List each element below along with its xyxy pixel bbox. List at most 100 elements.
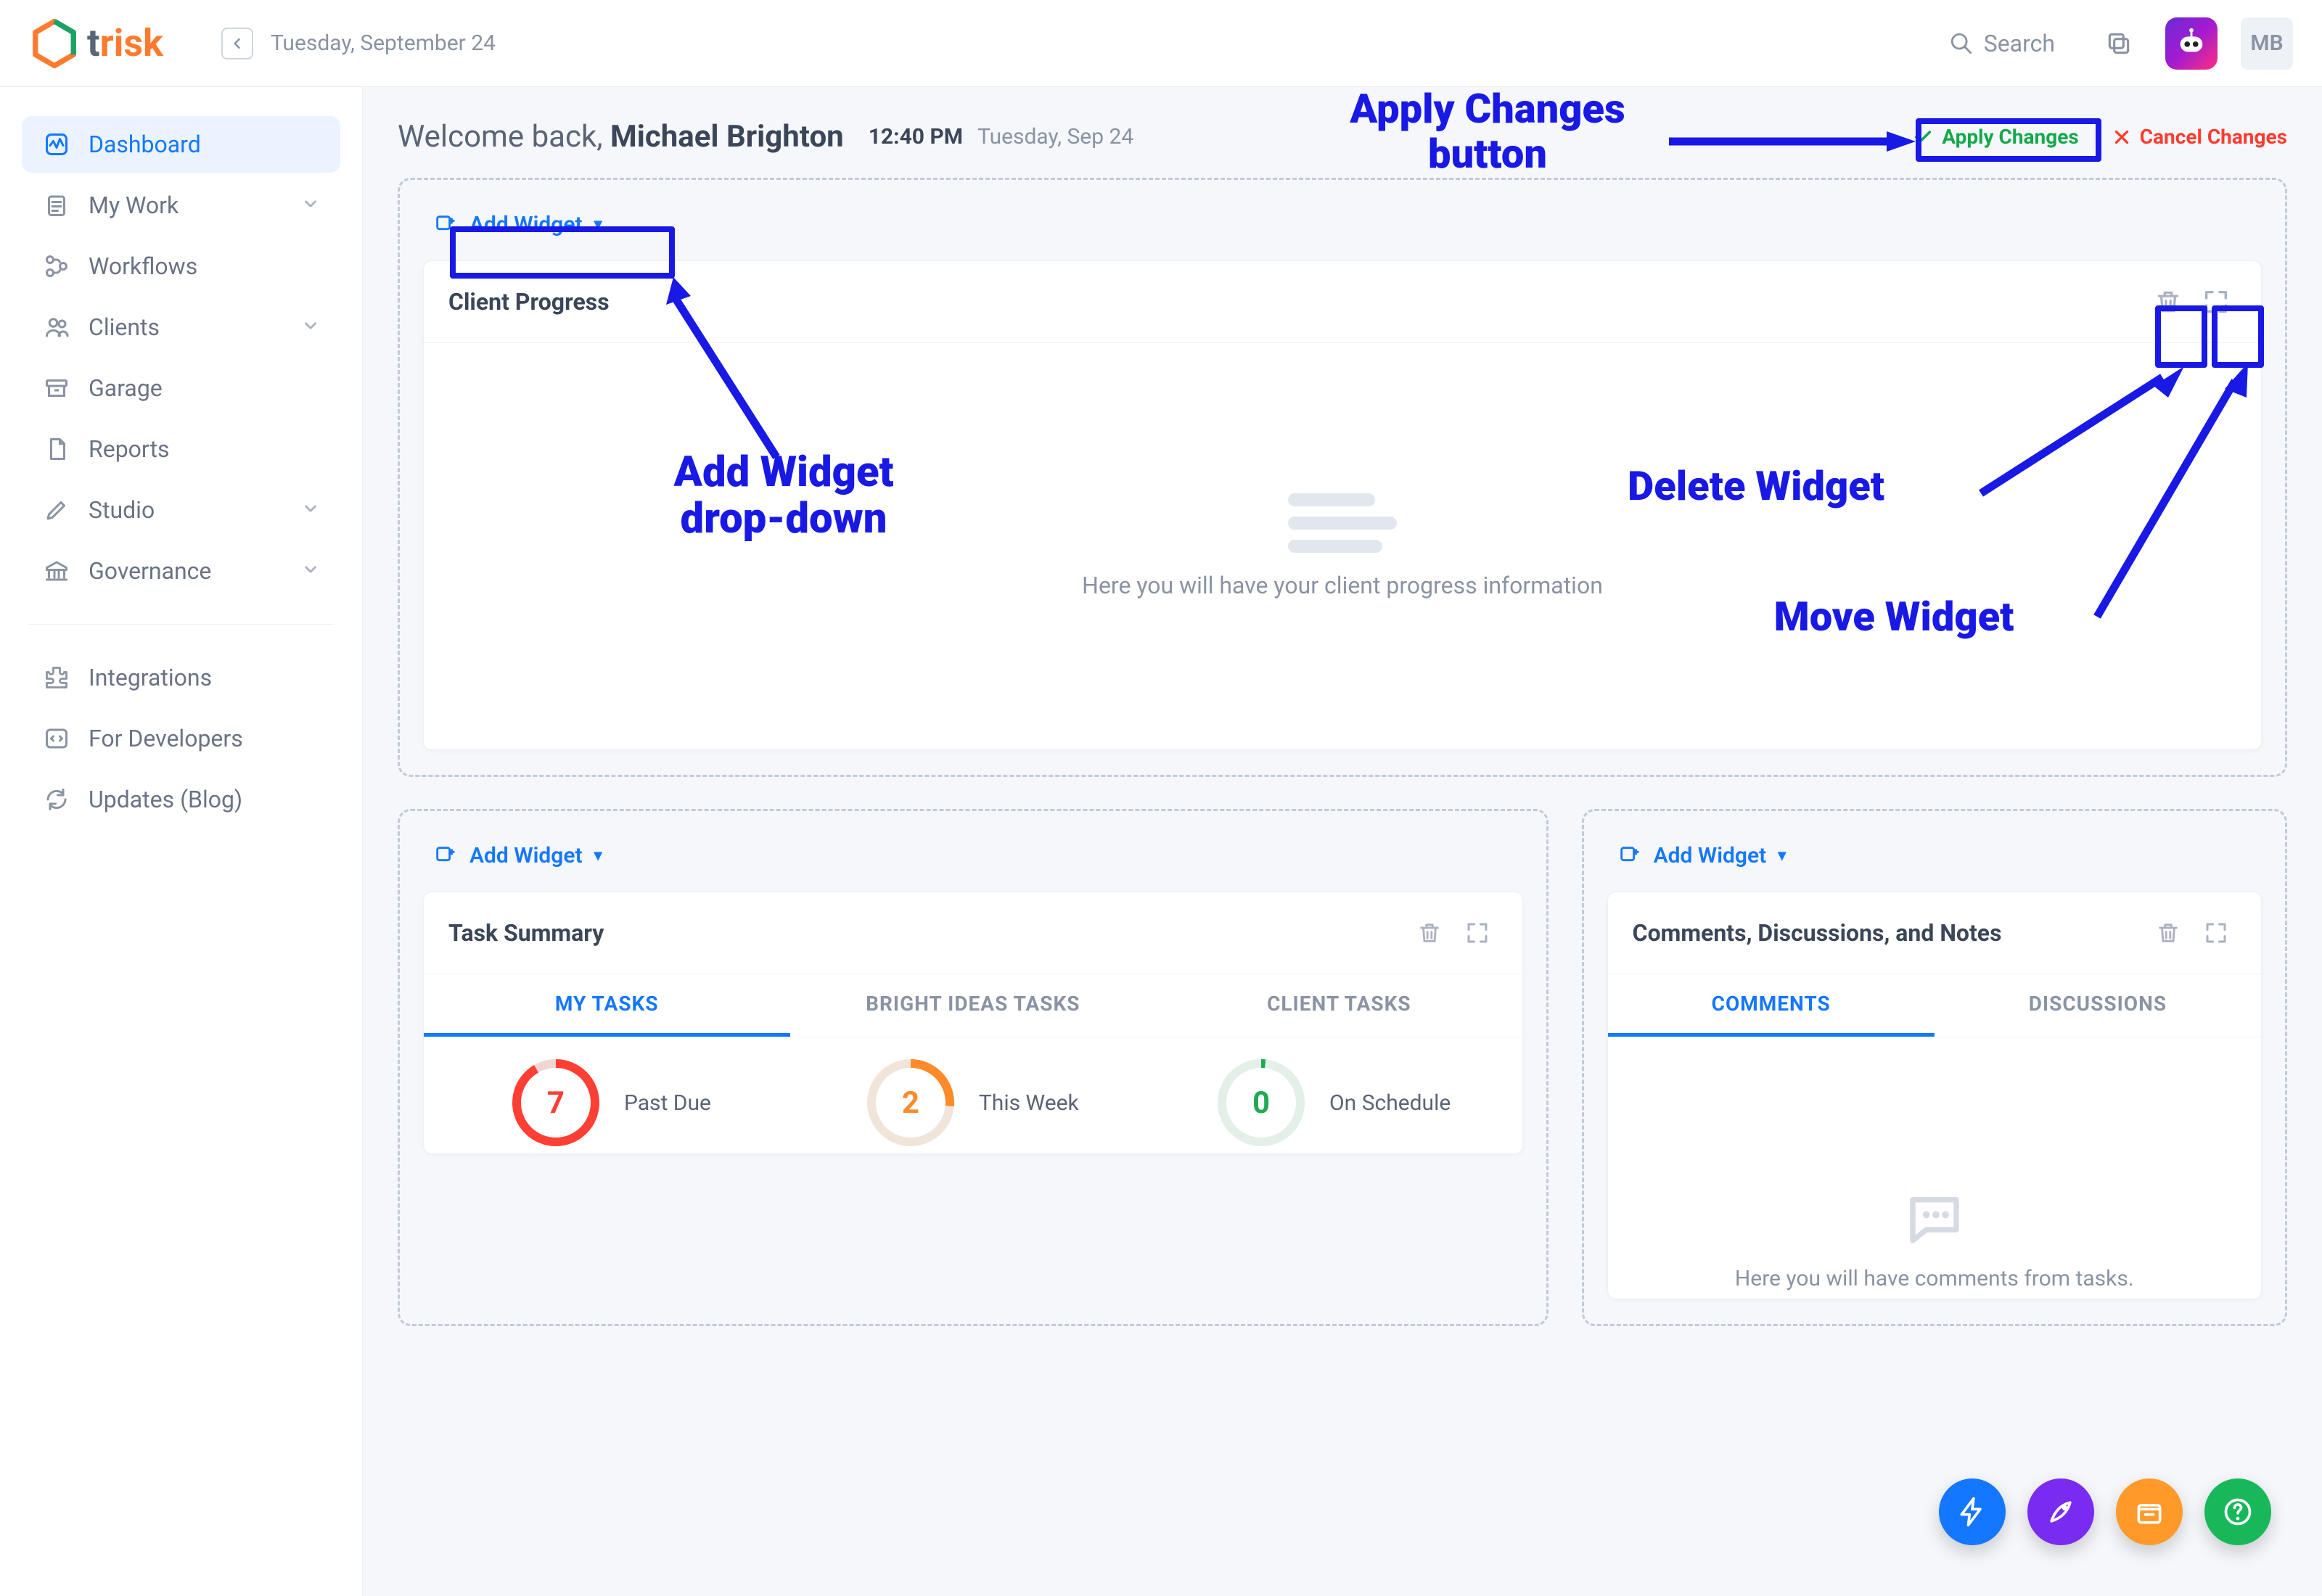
welcome-row: Welcome back, Michael Brighton 12:40 PM …: [398, 118, 2287, 156]
widget-header: Task Summary: [424, 892, 1522, 974]
trash-icon: [2154, 288, 2182, 316]
sidebar-item-label: Clients: [89, 313, 160, 341]
box-icon: [2133, 1496, 2165, 1528]
fab-help[interactable]: [2204, 1478, 2271, 1545]
sidebar-item-label: Garage: [89, 374, 163, 402]
metric-past-due: 7 Past Due: [431, 1059, 792, 1146]
document-icon: [42, 435, 71, 464]
widget-actions: [2148, 281, 2236, 322]
widget-zone-top: Add Widget ▾ Client Progress: [398, 178, 2287, 777]
metric-this-week: 2 This Week: [792, 1059, 1154, 1146]
metric-ring: 0: [1218, 1059, 1305, 1146]
tab-discussions[interactable]: DISCUSSIONS: [1935, 974, 2261, 1037]
comments-empty-text: Here you will have comments from tasks.: [1735, 1266, 2134, 1291]
metric-on-schedule: 0 On Schedule: [1154, 1059, 1515, 1146]
robot-icon: [2175, 27, 2208, 60]
tab-bright-ideas[interactable]: BRIGHT IDEAS TASKS: [790, 974, 1157, 1037]
widget-header: Client Progress: [424, 261, 2261, 343]
app-logo[interactable]: trisk: [29, 18, 163, 69]
copy-button[interactable]: [2096, 20, 2142, 67]
metric-value: 0: [1226, 1068, 1296, 1138]
sidebar-item-dashboard[interactable]: Dashboard: [22, 116, 340, 173]
metric-value: 2: [876, 1068, 945, 1138]
caret-down-icon: ▾: [594, 847, 602, 865]
main-content: Welcome back, Michael Brighton 12:40 PM …: [363, 87, 2322, 1596]
avatar-initials: MB: [2250, 30, 2283, 56]
edit-mode-actions: Apply Changes Cancel Changes: [1901, 118, 2287, 156]
edit-icon: [42, 495, 71, 525]
widget-zone-lower: Add Widget ▾ Task Summary: [398, 809, 2287, 1326]
fab-archive[interactable]: [2116, 1478, 2183, 1545]
sidebar-item-label: Workflows: [89, 252, 197, 280]
bank-icon: [42, 556, 71, 585]
move-widget-button[interactable]: [2196, 281, 2236, 322]
search-placeholder: Search: [1984, 30, 2055, 57]
widget-header: Comments, Discussions, and Notes: [1608, 892, 2261, 974]
widget-body: Here you will have your client progress …: [424, 343, 2261, 749]
date-text: Tuesday, September 24: [271, 30, 496, 56]
sidebar-item-clients[interactable]: Clients: [22, 299, 340, 355]
chevron-down-icon: [301, 192, 320, 219]
move-icon: [2203, 920, 2229, 946]
question-icon: [2222, 1496, 2254, 1528]
add-widget-dropdown[interactable]: Add Widget ▾: [423, 202, 617, 247]
sidebar-item-workflows[interactable]: Workflows: [22, 238, 340, 295]
fab-launch[interactable]: [2027, 1478, 2094, 1545]
search-icon: [1949, 31, 1974, 56]
add-widget-dropdown[interactable]: Add Widget ▾: [423, 833, 617, 879]
ai-assistant-button[interactable]: [2165, 17, 2218, 70]
add-widget-icon: [433, 213, 458, 237]
sidebar-item-my-work[interactable]: My Work: [22, 177, 340, 234]
welcome-text: Welcome back, Michael Brighton: [398, 119, 844, 155]
empty-state-text: Here you will have your client progress …: [1082, 572, 1603, 599]
sidebar-item-garage[interactable]: Garage: [22, 360, 340, 416]
date-selector: Tuesday, September 24: [221, 28, 496, 59]
add-widget-label: Add Widget: [1654, 843, 1767, 868]
check-icon: [1913, 127, 1933, 147]
move-widget-button[interactable]: [2196, 913, 2236, 953]
caret-down-icon: ▾: [594, 215, 602, 234]
sidebar-item-studio[interactable]: Studio: [22, 482, 340, 538]
chevron-down-icon: [301, 557, 320, 585]
trash-icon: [2156, 921, 2181, 945]
chevron-down-icon: [301, 496, 320, 524]
sidebar-item-developers[interactable]: For Developers: [22, 710, 340, 767]
workflow-icon: [42, 252, 71, 281]
primary-nav: Dashboard My Work Workflows Clients Gara…: [22, 116, 340, 828]
chevron-down-icon: [301, 313, 320, 341]
date-prev-button[interactable]: [221, 28, 253, 59]
sidebar-item-updates[interactable]: Updates (Blog): [22, 771, 340, 828]
apply-changes-button[interactable]: Apply Changes: [1901, 118, 2091, 156]
metric-label: This Week: [979, 1090, 1079, 1116]
welcome-date: Tuesday, Sep 24: [977, 124, 1133, 149]
delete-widget-button[interactable]: [1409, 913, 1450, 953]
add-widget-dropdown[interactable]: Add Widget ▾: [1607, 833, 1801, 879]
apply-changes-label: Apply Changes: [1942, 125, 2079, 149]
cancel-changes-button[interactable]: Cancel Changes: [2112, 125, 2287, 149]
caret-down-icon: ▾: [1778, 847, 1786, 865]
welcome-time: 12:40 PM: [869, 124, 963, 149]
metric-value: 7: [521, 1068, 591, 1138]
tab-client-tasks[interactable]: CLIENT TASKS: [1156, 974, 1522, 1037]
sidebar-item-integrations[interactable]: Integrations: [22, 649, 340, 706]
sidebar-item-governance[interactable]: Governance: [22, 543, 340, 599]
tab-my-tasks[interactable]: MY TASKS: [424, 974, 790, 1037]
delete-widget-button[interactable]: [2148, 281, 2188, 322]
widget-comments: Comments, Discussions, and Notes COMMENT…: [1607, 892, 2262, 1299]
global-search[interactable]: Search: [1932, 22, 2072, 65]
add-widget-label: Add Widget: [469, 212, 583, 237]
comments-tabs: COMMENTS DISCUSSIONS: [1608, 974, 2261, 1037]
fab-quick-action[interactable]: [1939, 1478, 2006, 1545]
floating-actions: [1939, 1478, 2271, 1545]
delete-widget-button[interactable]: [2148, 913, 2188, 953]
rocket-icon: [2045, 1496, 2077, 1528]
sidebar-item-label: Integrations: [89, 664, 212, 691]
widget-title: Client Progress: [448, 288, 610, 316]
sidebar-item-label: Studio: [89, 496, 155, 524]
user-avatar[interactable]: MB: [2241, 17, 2293, 70]
sidebar-item-label: For Developers: [89, 725, 243, 752]
tab-comments[interactable]: COMMENTS: [1608, 974, 1935, 1037]
add-widget-icon: [433, 844, 458, 868]
move-widget-button[interactable]: [1457, 913, 1498, 953]
sidebar-item-reports[interactable]: Reports: [22, 421, 340, 477]
